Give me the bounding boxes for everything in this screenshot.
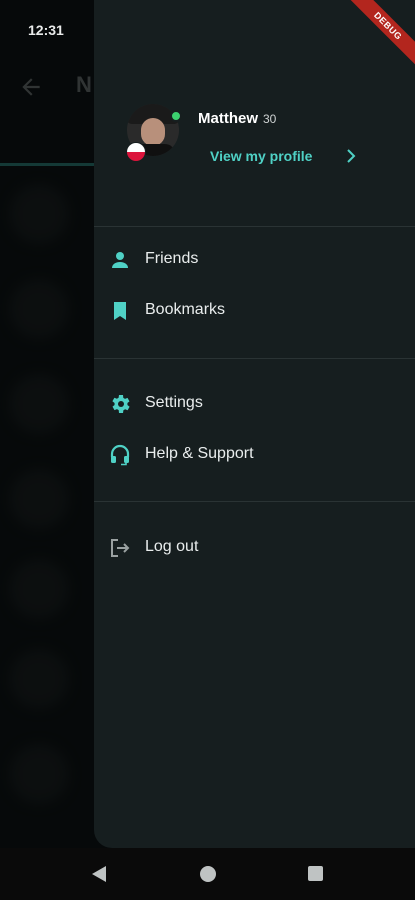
gear-icon bbox=[112, 395, 130, 413]
menu-label: Friends bbox=[145, 250, 199, 267]
headset-icon bbox=[110, 444, 130, 466]
menu-item-bookmarks[interactable]: Bookmarks bbox=[94, 287, 415, 335]
online-status-dot bbox=[170, 110, 182, 122]
profile-name: Matthew bbox=[198, 110, 258, 127]
divider bbox=[94, 501, 415, 502]
menu-label: Bookmarks bbox=[145, 301, 226, 318]
logout-icon bbox=[111, 539, 130, 557]
menu-item-friends[interactable]: Friends bbox=[94, 236, 415, 284]
profile-name-line: Matthew 30 bbox=[198, 110, 276, 127]
divider bbox=[94, 226, 415, 227]
menu-item-help-support[interactable]: Help & Support bbox=[94, 431, 415, 479]
poland-flag-icon bbox=[126, 142, 146, 162]
profile-age: 30 bbox=[263, 112, 277, 126]
menu-label: Help & Support bbox=[145, 445, 254, 462]
nav-home-icon[interactable] bbox=[200, 866, 216, 882]
menu-item-logout[interactable]: Log out bbox=[94, 524, 415, 572]
navigation-drawer: Matthew 30 View my profile Friends Bookm… bbox=[94, 0, 415, 848]
nav-recents-icon[interactable] bbox=[308, 866, 323, 881]
menu-label: Log out bbox=[145, 538, 199, 555]
bookmark-icon bbox=[114, 302, 126, 320]
nav-back-icon[interactable] bbox=[90, 865, 108, 883]
profile-header[interactable]: Matthew 30 View my profile bbox=[94, 90, 415, 200]
chevron-right-icon[interactable] bbox=[344, 148, 358, 164]
menu-item-settings[interactable]: Settings bbox=[94, 380, 415, 428]
view-profile-link[interactable]: View my profile bbox=[210, 148, 312, 164]
person-icon bbox=[112, 252, 128, 268]
divider bbox=[94, 358, 415, 359]
menu-label: Settings bbox=[145, 394, 203, 411]
system-nav-bar bbox=[0, 848, 415, 900]
status-time: 12:31 bbox=[28, 22, 64, 38]
